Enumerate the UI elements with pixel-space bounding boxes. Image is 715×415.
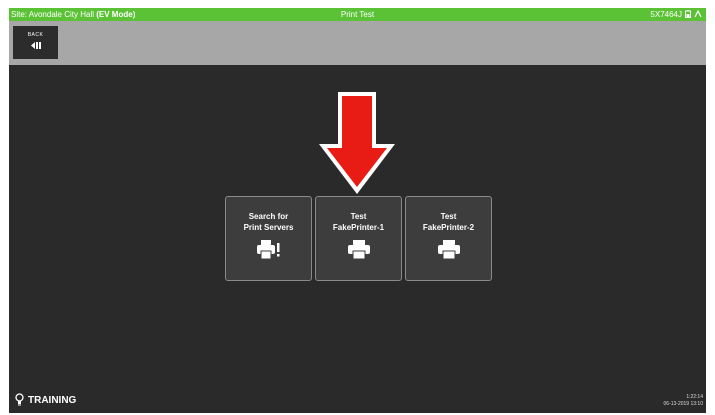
station-id: 5X7464J (650, 10, 682, 19)
network-icon (694, 9, 702, 18)
tile-label-line1: Test (350, 212, 367, 221)
title-bar: Site: Avondale City Hall (EV Mode) Print… (9, 8, 706, 21)
printer-icon (437, 240, 460, 260)
printer-icon (347, 240, 370, 260)
tile-label-line2: Print Servers (243, 223, 294, 232)
tile-label-line1: Test (440, 212, 457, 221)
kiosk-screen: Site: Avondale City Hall (EV Mode) Print… (9, 8, 706, 413)
battery-icon (684, 9, 692, 18)
printer-search-icon (256, 240, 279, 260)
status-area: 5X7464J (650, 8, 702, 21)
search-print-servers-button[interactable]: Search for Print Servers (225, 196, 312, 281)
clock-time: 1:22:14 (686, 394, 703, 400)
back-button-label: BACK (27, 32, 44, 38)
toolbar: BACK (9, 21, 706, 65)
clock-date: 06-13-2019 13:10 (663, 401, 703, 407)
lightbulb-icon (15, 393, 24, 406)
tile-label-line1: Search for (248, 212, 289, 221)
clock: 1:22:14 06-13-2019 13:10 (664, 394, 703, 408)
screen-title: Print Test (340, 10, 375, 19)
test-fakeprinter-1-button[interactable]: Test FakePrinter-1 (315, 196, 402, 281)
tile-label-line2: FakePrinter-2 (422, 223, 475, 232)
back-button[interactable]: BACK (13, 26, 58, 59)
training-indicator: TRAINING (15, 393, 76, 406)
training-label: TRAINING (28, 395, 77, 406)
test-fakeprinter-2-button[interactable]: Test FakePrinter-2 (405, 196, 492, 281)
tile-label-line2: FakePrinter-1 (332, 223, 385, 232)
back-arrow-icon (30, 42, 41, 49)
red-down-arrow (319, 92, 395, 194)
